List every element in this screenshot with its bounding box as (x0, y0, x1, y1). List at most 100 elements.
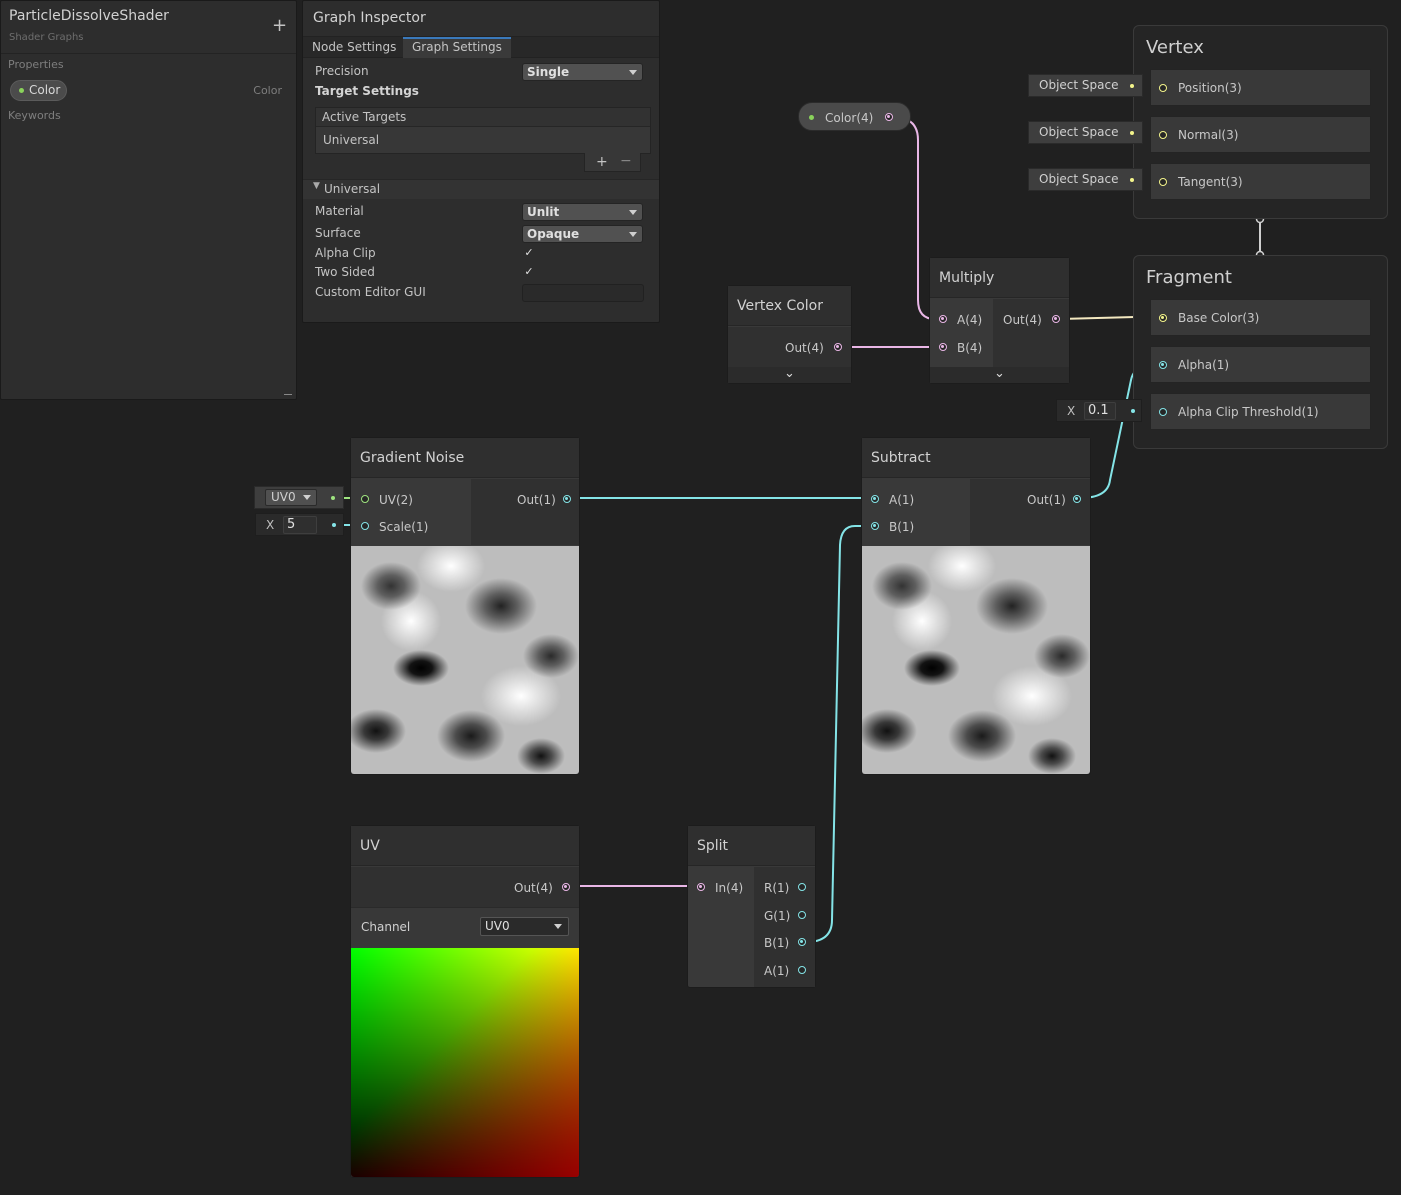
block-label: Alpha Clip Threshold(1) (1178, 405, 1319, 419)
custom-editor-gui-label: Custom Editor GUI (315, 285, 426, 299)
channel-value: UV0 (485, 919, 510, 933)
tab-node-settings[interactable]: Node Settings (303, 37, 405, 58)
position-port[interactable] (1159, 84, 1167, 92)
block-normal[interactable]: Normal(3) (1150, 116, 1371, 153)
color-out-port[interactable] (885, 113, 893, 121)
subtract-a-port[interactable] (871, 495, 879, 503)
channel-row: Channel UV0 (351, 907, 579, 947)
uv-default-dropdown[interactable]: UV0 (265, 489, 317, 506)
position-space-chip[interactable]: Object Space (1028, 74, 1143, 97)
block-alpha[interactable]: Alpha(1) (1150, 346, 1371, 383)
uv-node[interactable]: UV Out(4) Channel UV0 (350, 825, 580, 1178)
subtract-out-port[interactable] (1073, 495, 1081, 503)
custom-editor-gui-field[interactable] (522, 284, 644, 302)
multiply-out-port[interactable] (1052, 315, 1060, 323)
target-settings-label: Target Settings (315, 84, 419, 98)
uv-default-chip[interactable]: UV0 (254, 486, 344, 509)
dropdown-arrow-icon (629, 232, 637, 237)
channel-dropdown[interactable]: UV0 (480, 917, 569, 936)
split-in-port[interactable] (697, 883, 705, 891)
divider (1, 53, 296, 54)
port-dot-icon (332, 523, 336, 527)
multiply-a-port[interactable] (939, 315, 947, 323)
alpha-clip-threshold-port[interactable] (1159, 408, 1167, 416)
block-tangent[interactable]: Tangent(3) (1150, 163, 1371, 200)
multiply-node[interactable]: Multiply A(4) B(4) Out(4) ⌄ (929, 257, 1070, 384)
normal-port[interactable] (1159, 131, 1167, 139)
material-value: Unlit (527, 205, 560, 219)
split-node[interactable]: Split In(4) R(1) G(1) B(1) A(1) (687, 825, 816, 988)
resize-handle-icon[interactable] (284, 394, 292, 395)
vertex-stack: Vertex Position(3) Normal(3) Tangent(3) (1133, 25, 1388, 219)
tangent-space-chip[interactable]: Object Space (1028, 168, 1143, 191)
out-b-label: B(1) (764, 936, 790, 950)
noise-uv-port[interactable] (361, 495, 369, 503)
subtract-b-port[interactable] (871, 522, 879, 530)
dropdown-arrow-icon (303, 495, 311, 500)
out-port-label: Out(4) (785, 341, 824, 355)
channel-label: Channel (361, 920, 411, 934)
remove-target-button[interactable]: − (620, 153, 632, 169)
tangent-port[interactable] (1159, 178, 1167, 186)
universal-foldout[interactable]: ▼ Universal (303, 179, 659, 199)
split-g-port[interactable] (798, 911, 806, 919)
vertex-color-node[interactable]: Vertex Color Out(4) ⌄ (727, 285, 852, 384)
split-a-port[interactable] (798, 966, 806, 974)
in-uv-label: UV(2) (379, 493, 413, 507)
scale-input[interactable]: X 5 (255, 513, 344, 536)
graph-inspector-panel: Graph Inspector Node Settings Graph Sett… (302, 0, 660, 323)
split-b-port[interactable] (798, 938, 806, 946)
list-buttons: + − (584, 153, 641, 172)
material-dropdown[interactable]: Unlit (522, 203, 643, 221)
noise-scale-port[interactable] (361, 522, 369, 530)
block-position[interactable]: Position(3) (1150, 69, 1371, 106)
port-dot-icon (1130, 84, 1134, 88)
noise-out-port[interactable] (563, 495, 571, 503)
multiply-b-port[interactable] (939, 343, 947, 351)
surface-dropdown[interactable]: Opaque (522, 225, 643, 243)
alpha-clip-checkbox[interactable]: ✓ (523, 247, 535, 259)
space-label: Object Space (1039, 78, 1119, 92)
vertex-color-out-port[interactable] (834, 343, 842, 351)
add-target-button[interactable]: + (596, 154, 608, 170)
threshold-input[interactable]: X 0.1 (1056, 399, 1142, 422)
tab-graph-settings[interactable]: Graph Settings (403, 37, 511, 58)
target-item-universal[interactable]: Universal (323, 133, 379, 147)
dropdown-arrow-icon (629, 70, 637, 75)
base-color-port[interactable] (1159, 314, 1167, 322)
gradient-noise-node[interactable]: Gradient Noise UV(2) Scale(1) Out(1) (350, 437, 580, 775)
expand-chevron-icon[interactable]: ⌄ (930, 367, 1069, 383)
threshold-value[interactable]: 0.1 (1084, 402, 1116, 420)
scale-value[interactable]: 5 (283, 516, 317, 534)
inspector-tabs: Node Settings Graph Settings (303, 36, 659, 58)
foldout-arrow-icon: ▼ (313, 181, 320, 191)
split-r-port[interactable] (798, 883, 806, 891)
node-title: Vertex Color (737, 298, 824, 314)
property-dot-icon (19, 88, 24, 93)
x-label: X (266, 518, 275, 532)
expand-chevron-icon[interactable]: ⌄ (728, 367, 851, 383)
uv-preview-image (351, 948, 579, 1177)
in-a-label: A(1) (889, 493, 915, 507)
vertex-stack-title: Vertex (1146, 37, 1204, 58)
uv-out-port[interactable] (562, 883, 570, 891)
universal-section-label: Universal (324, 182, 381, 196)
precision-dropdown[interactable]: Single (522, 63, 643, 81)
add-property-button[interactable]: + (272, 17, 287, 35)
block-label: Normal(3) (1178, 128, 1239, 142)
block-alpha-clip-threshold[interactable]: Alpha Clip Threshold(1) (1150, 393, 1371, 430)
color-property-node[interactable]: Color(4) (798, 102, 911, 131)
normal-space-chip[interactable]: Object Space (1028, 121, 1143, 144)
port-dot-icon (1131, 409, 1135, 413)
property-pill-color[interactable]: Color (10, 80, 67, 101)
blackboard-subtitle: Shader Graphs (9, 32, 84, 43)
subtract-node[interactable]: Subtract A(1) B(1) Out(1) (861, 437, 1091, 775)
properties-section-label: Properties (8, 58, 64, 71)
in-a-label: A(4) (957, 313, 983, 327)
block-label: Base Color(3) (1178, 311, 1260, 325)
alpha-port[interactable] (1159, 361, 1167, 369)
block-base-color[interactable]: Base Color(3) (1150, 299, 1371, 336)
keywords-section-label: Keywords (8, 109, 61, 122)
property-name: Color (29, 83, 61, 97)
two-sided-checkbox[interactable]: ✓ (523, 266, 535, 278)
